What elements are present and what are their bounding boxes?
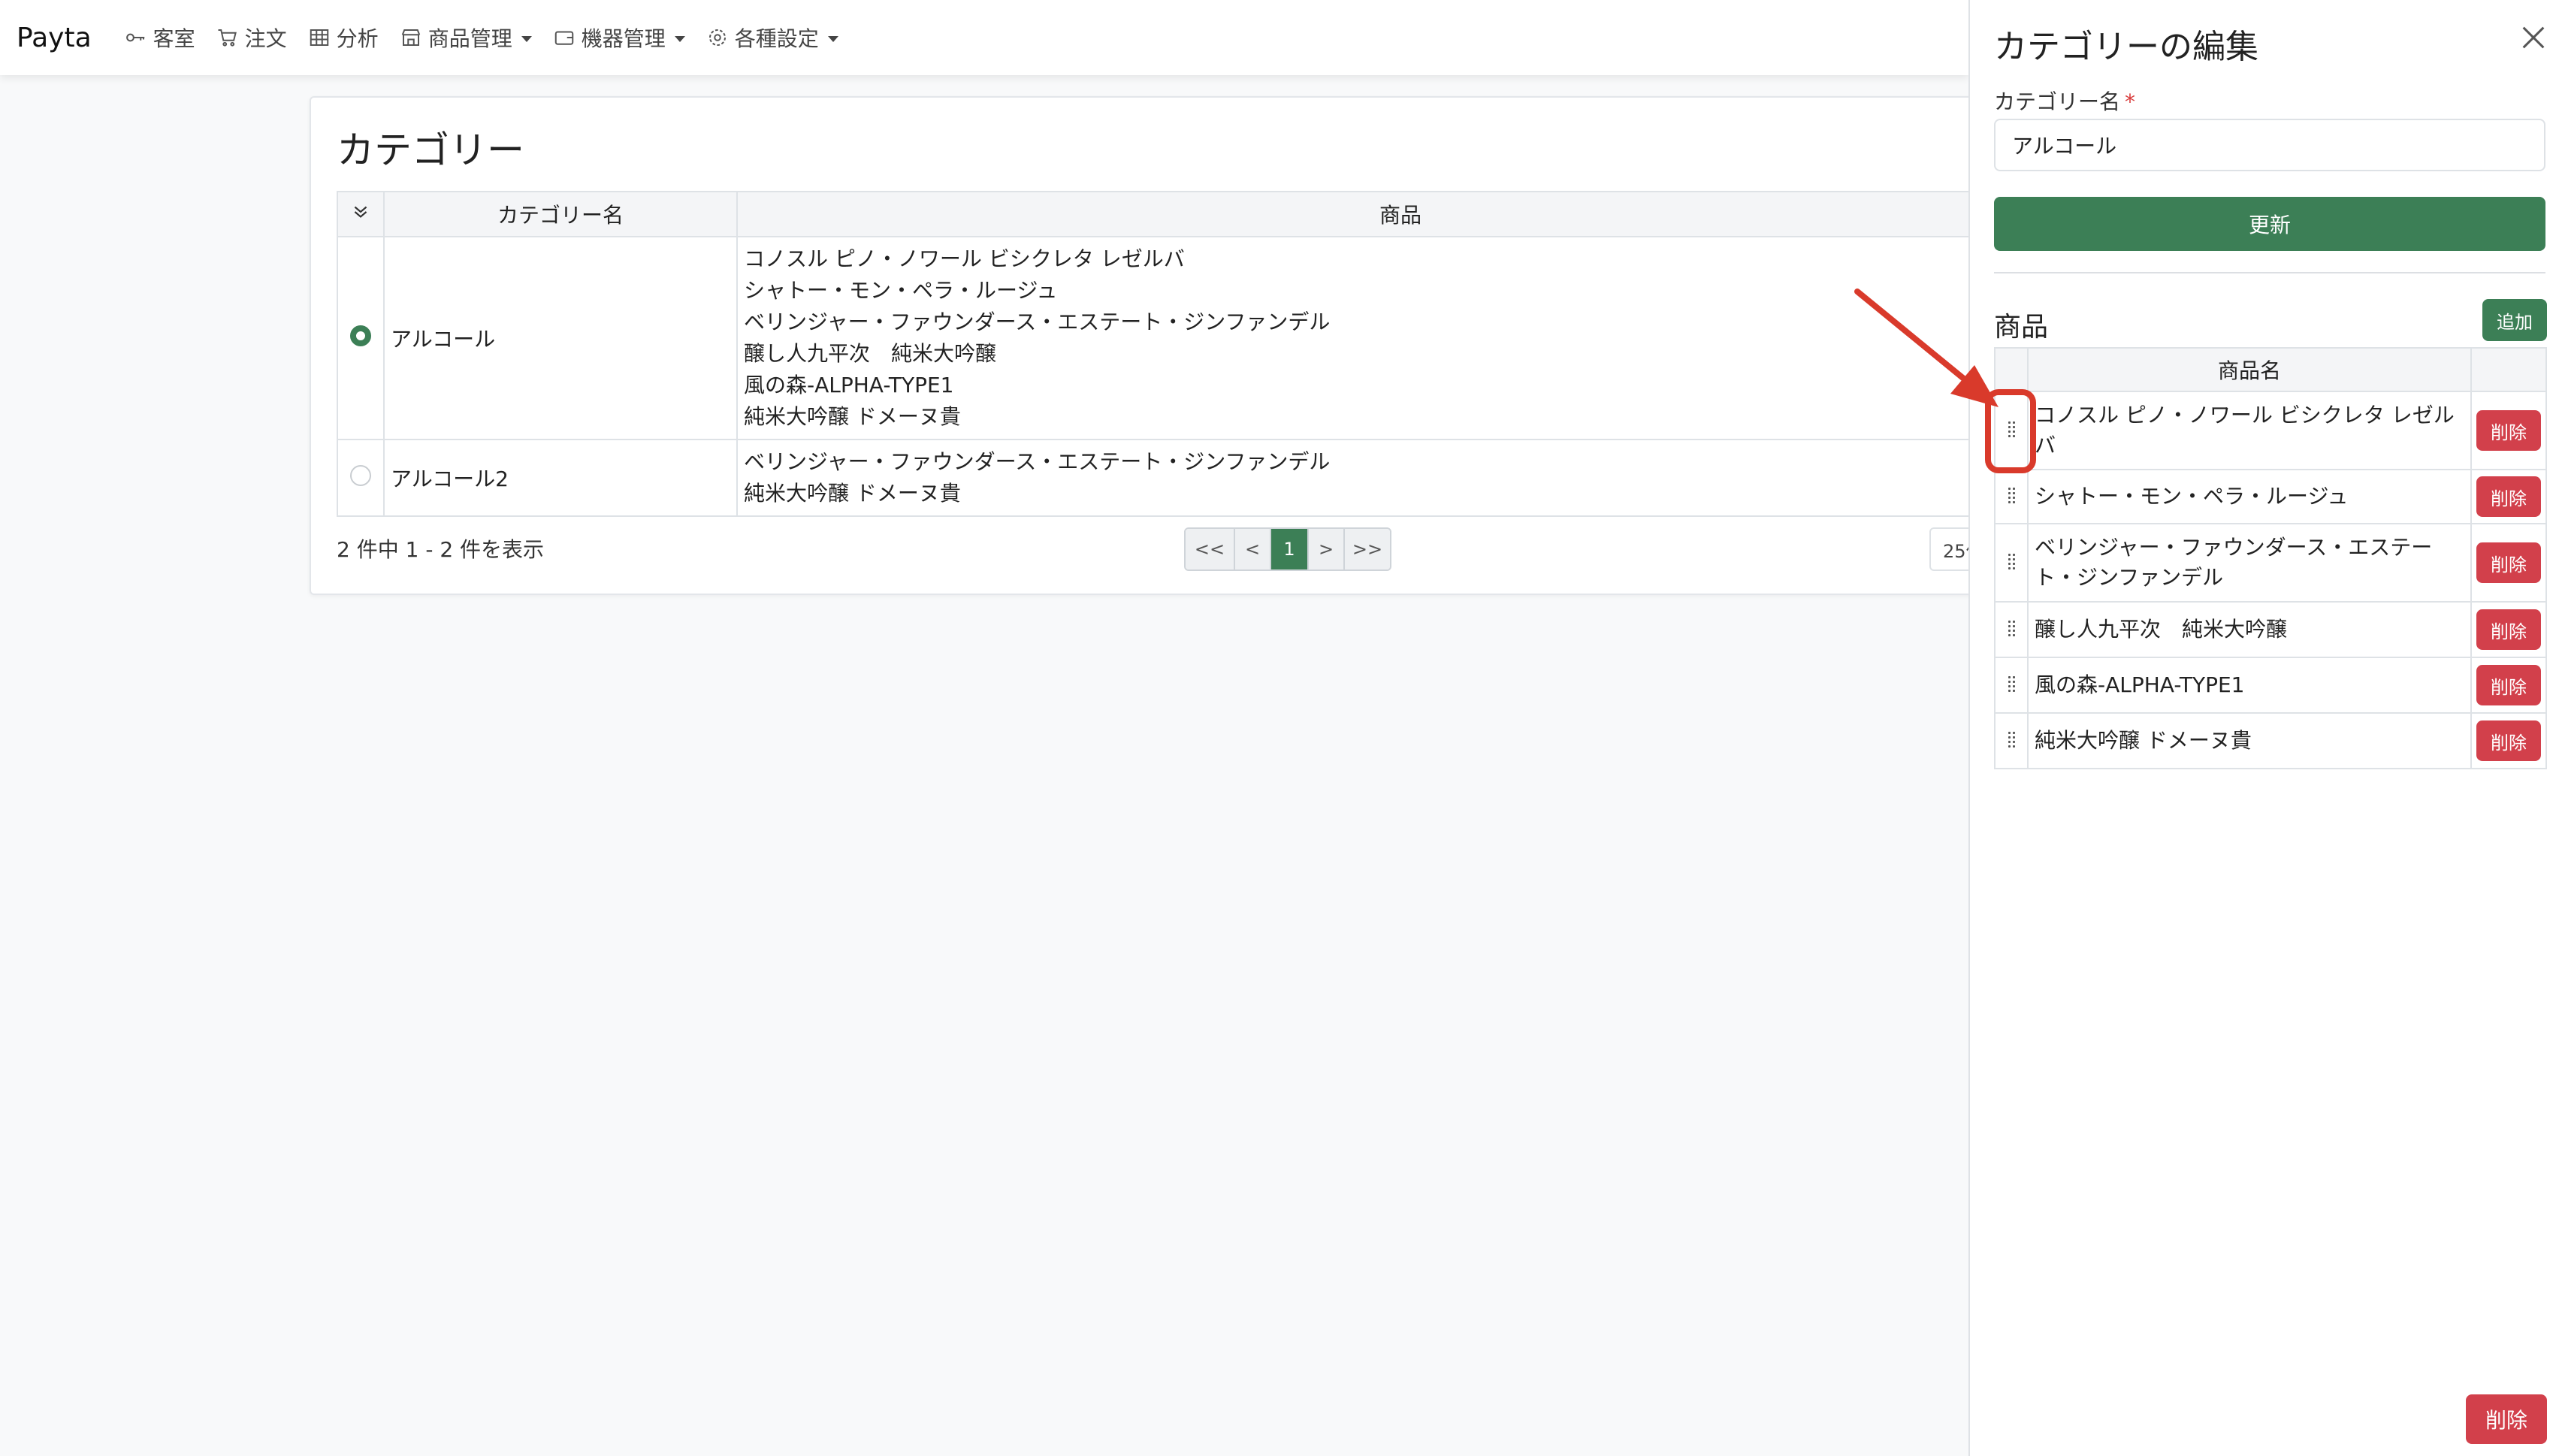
delete-product-button[interactable]: 削除 xyxy=(2476,542,2541,583)
nav-item-label: 客室 xyxy=(153,26,195,51)
delete-product-button[interactable]: 削除 xyxy=(2476,665,2541,705)
drag-handle-icon[interactable] xyxy=(2007,487,2016,504)
product-line: 純米大吟醸 ドメーヌ貴 xyxy=(744,481,961,506)
drag-handle-icon[interactable] xyxy=(2007,421,2016,438)
product-name: ベリンジャー・ファウンダース・エステート・ジンファンデル xyxy=(2027,523,2472,603)
drag-handle-icon[interactable] xyxy=(2007,731,2016,748)
close-icon[interactable] xyxy=(2518,23,2548,53)
key-icon xyxy=(125,33,144,42)
drag-handle-icon[interactable] xyxy=(2007,553,2016,570)
category-name-label: カテゴリー名 * xyxy=(1994,86,2135,116)
cart-icon xyxy=(218,29,237,47)
product-line: シャトー・モン・ペラ・ルージュ xyxy=(744,278,1058,303)
category-name-cell: アルコール2 xyxy=(383,439,738,517)
product-line: 純米大吟醸 ドメーヌ貴 xyxy=(744,404,961,429)
table-row[interactable]: アルコール2 ベリンジャー・ファウンダース・エステート・ジンファンデル 純米大吟… xyxy=(337,439,2065,517)
nav-item-label: 商品管理 xyxy=(428,26,512,51)
expand-all-header[interactable] xyxy=(337,191,385,237)
nav-item-rooms[interactable]: 客室 xyxy=(125,23,195,53)
chevron-down-icon xyxy=(521,36,532,42)
field-label-text: カテゴリー名 xyxy=(1994,89,2121,114)
pagination-page[interactable]: 1 xyxy=(1271,529,1309,569)
double-chevron-down-icon[interactable] xyxy=(351,202,370,222)
product-row: 純米大吟醸 ドメーヌ貴 削除 xyxy=(1994,712,2547,769)
category-name-cell: アルコール xyxy=(383,236,738,440)
row-radio-selected[interactable] xyxy=(350,325,371,346)
product-line: ベリンジャー・ファウンダース・エステート・ジンファンデル xyxy=(744,310,1331,334)
product-name: 純米大吟醸 ドメーヌ貴 xyxy=(2027,712,2472,769)
add-product-button[interactable]: 追加 xyxy=(2482,299,2547,341)
column-header-products: 商品 xyxy=(736,191,2065,237)
edit-category-panel: カテゴリーの編集 カテゴリー名* 更新 商品 追加 商品名 コノスル ピノ・ノワ… xyxy=(1968,0,2559,1456)
category-table: カテゴリー名 商品 アルコール コノスル ピノ・ノワール ビシクレタ レゼルバ … xyxy=(337,191,2065,517)
row-radio[interactable] xyxy=(350,464,371,486)
wallet-icon xyxy=(554,31,573,45)
product-line: 醸し人九平次 純米大吟醸 xyxy=(744,341,997,366)
products-cell: コノスル ピノ・ノワール ビシクレタ レゼルバ シャトー・モン・ペラ・ルージュ … xyxy=(736,236,2065,440)
delete-product-button[interactable]: 削除 xyxy=(2476,609,2541,650)
product-name: 醸し人九平次 純米大吟醸 xyxy=(2027,601,2472,658)
pagination-prev[interactable]: < xyxy=(1235,529,1271,569)
pagination-first[interactable]: << xyxy=(1186,529,1235,569)
required-mark: * xyxy=(2125,89,2136,114)
delete-category-button[interactable]: 削除 xyxy=(2466,1394,2547,1444)
product-row: ベリンジャー・ファウンダース・エステート・ジンファンデル 削除 xyxy=(1994,523,2547,603)
shop-icon xyxy=(401,29,420,46)
gear-icon xyxy=(708,29,726,46)
product-line: 風の森-ALPHA-TYPE1 xyxy=(744,373,954,397)
drag-handle-icon[interactable] xyxy=(2007,620,2016,637)
nav-item-product-management[interactable]: 商品管理 xyxy=(400,23,532,53)
update-button[interactable]: 更新 xyxy=(1994,197,2545,251)
drag-handle-icon[interactable] xyxy=(2007,675,2016,693)
products-cell: ベリンジャー・ファウンダース・エステート・ジンファンデル 純米大吟醸 ドメーヌ貴 xyxy=(736,439,2065,517)
nav-item-label: 注文 xyxy=(244,26,287,51)
category-card: カテゴリー カテゴリー名 商品 アルコール コノスル ピノ・ノワール ビシクレタ… xyxy=(310,96,2065,595)
panel-products-table: 商品名 コノスル ピノ・ノワール ビシクレタ レゼルバ 削除 シャトー・モン・ペ… xyxy=(1994,347,2547,769)
delete-product-button[interactable]: 削除 xyxy=(2476,410,2541,451)
nav-item-label: 各種設定 xyxy=(734,26,819,51)
nav-item-settings[interactable]: 各種設定 xyxy=(706,23,838,53)
product-row: シャトー・モン・ペラ・ルージュ 削除 xyxy=(1994,469,2547,524)
category-name-input[interactable] xyxy=(1994,119,2545,171)
product-row: コノスル ピノ・ノワール ビシクレタ レゼルバ 削除 xyxy=(1994,391,2547,470)
delete-product-button[interactable]: 削除 xyxy=(2476,476,2541,517)
pagination-next[interactable]: > xyxy=(1309,529,1345,569)
product-row: 醸し人九平次 純米大吟醸 削除 xyxy=(1994,601,2547,658)
product-line: コノスル ピノ・ノワール ビシクレタ レゼルバ xyxy=(744,246,1185,271)
nav-item-device-management[interactable]: 機器管理 xyxy=(553,23,685,53)
column-header-product-name: 商品名 xyxy=(2027,347,2472,392)
results-summary: 2 件中 1 - 2 件を表示 xyxy=(337,537,545,562)
product-row: 風の森-ALPHA-TYPE1 削除 xyxy=(1994,657,2547,714)
brand-logo[interactable]: Payta xyxy=(17,23,92,53)
nav-item-label: 分析 xyxy=(336,26,379,51)
divider xyxy=(1994,272,2545,273)
chevron-down-icon xyxy=(674,36,685,42)
nav-item-orders[interactable]: 注文 xyxy=(216,23,287,53)
products-section-title: 商品 xyxy=(1994,312,2049,343)
table-icon xyxy=(310,29,328,46)
top-navbar: Payta 客室 注文 分析 商品管理 機器管理 各種設定 xyxy=(0,0,1968,75)
column-header-category-name: カテゴリー名 xyxy=(383,191,738,237)
page-title: カテゴリー xyxy=(337,128,524,172)
product-name: 風の森-ALPHA-TYPE1 xyxy=(2027,657,2472,714)
nav-item-label: 機器管理 xyxy=(581,26,666,51)
nav-item-analytics[interactable]: 分析 xyxy=(308,23,379,53)
chevron-down-icon xyxy=(827,36,838,42)
table-row[interactable]: アルコール コノスル ピノ・ノワール ビシクレタ レゼルバ シャトー・モン・ペラ… xyxy=(337,236,2065,440)
product-line: ベリンジャー・ファウンダース・エステート・ジンファンデル xyxy=(744,449,1331,474)
panel-title: カテゴリーの編集 xyxy=(1994,28,2258,66)
product-name: シャトー・モン・ペラ・ルージュ xyxy=(2027,469,2472,524)
pagination-last[interactable]: >> xyxy=(1345,529,1390,569)
delete-product-button[interactable]: 削除 xyxy=(2476,720,2541,761)
pagination: << < 1 > >> xyxy=(1184,527,1391,571)
product-name: コノスル ピノ・ノワール ビシクレタ レゼルバ xyxy=(2027,391,2472,470)
